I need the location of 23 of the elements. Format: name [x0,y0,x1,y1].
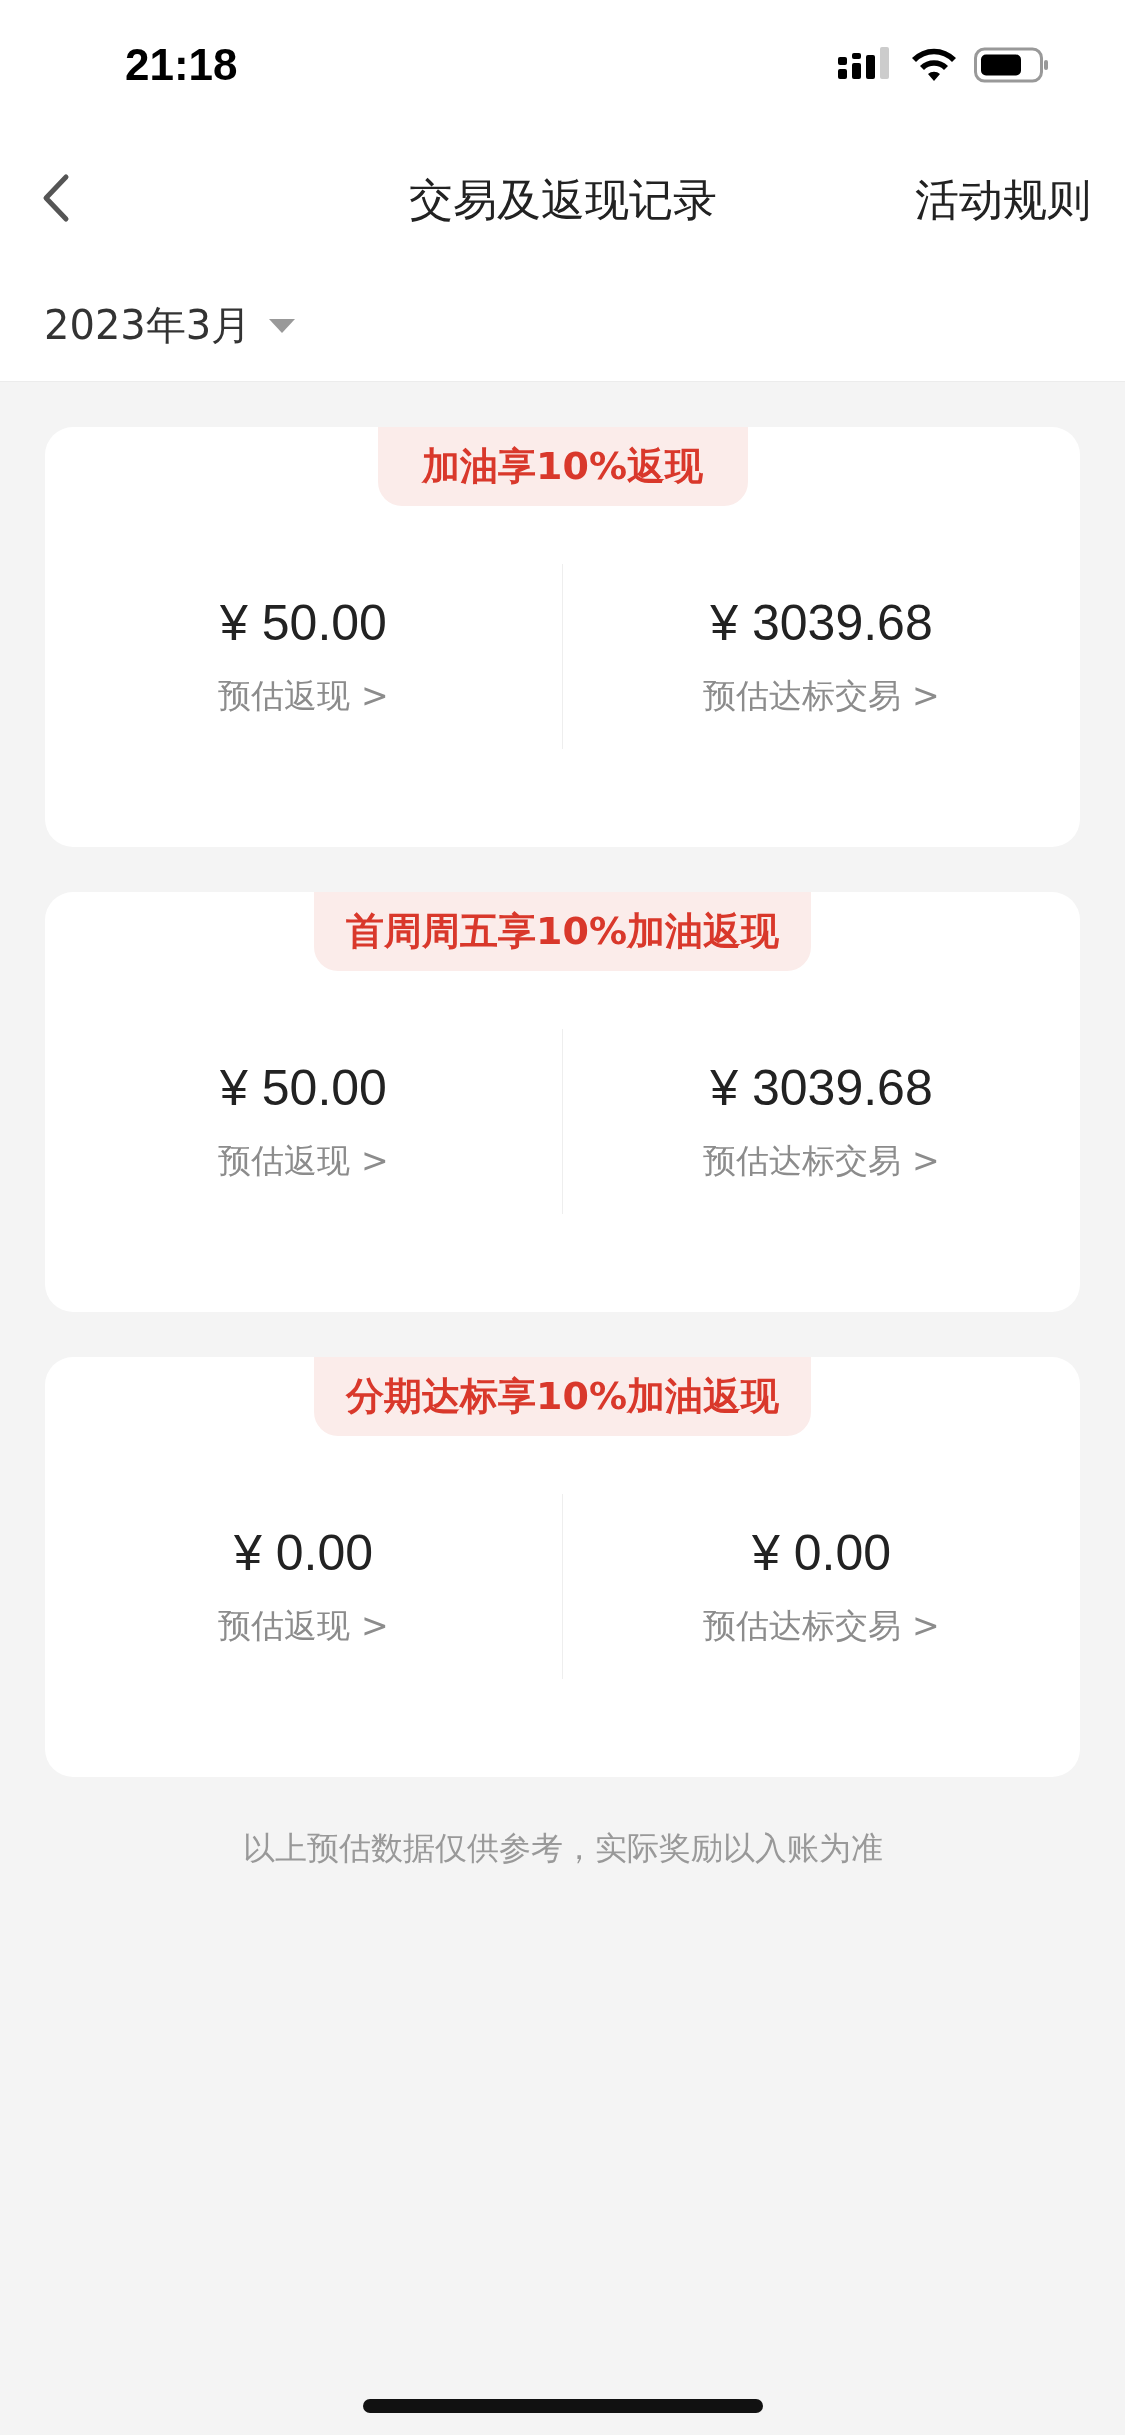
stat-link[interactable]: 预估返现 > [218,1604,389,1649]
page-title: 交易及返现记录 [408,173,717,225]
stat-link[interactable]: 预估达标交易 > [703,1604,940,1649]
amount-value: ¥ 0.00 [234,1524,373,1582]
wifi-icon [910,47,958,83]
battery-icon [974,47,1050,83]
rules-link[interactable]: 活动规则 [915,170,1091,230]
stat-link[interactable]: 预估达标交易 > [703,1139,940,1184]
status-time: 21:18 [125,40,238,90]
amount-value: ¥ 0.00 [752,1524,891,1582]
amount-value: ¥ 50.00 [220,594,387,652]
promo-badge: 加油享10%返现 [377,427,748,506]
dropdown-caret-icon [269,318,296,333]
disclaimer-text: 以上预估数据仅供参考，实际奖励以入账为准 [242,1828,883,1869]
promo-badge: 首周周五享10%加油返现 [314,892,811,971]
stat-link[interactable]: 预估返现 > [218,1139,389,1184]
stat-link[interactable]: 预估达标交易 > [703,674,940,719]
month-picker[interactable]: 2023年3月 [44,298,252,353]
amount-value: ¥ 50.00 [220,1059,387,1117]
stat-link[interactable]: 预估返现 > [218,674,389,719]
promo-badge: 分期达标享10%加油返现 [314,1357,811,1436]
amount-value: ¥ 3039.68 [710,1059,933,1117]
amount-value: ¥ 3039.68 [710,594,933,652]
